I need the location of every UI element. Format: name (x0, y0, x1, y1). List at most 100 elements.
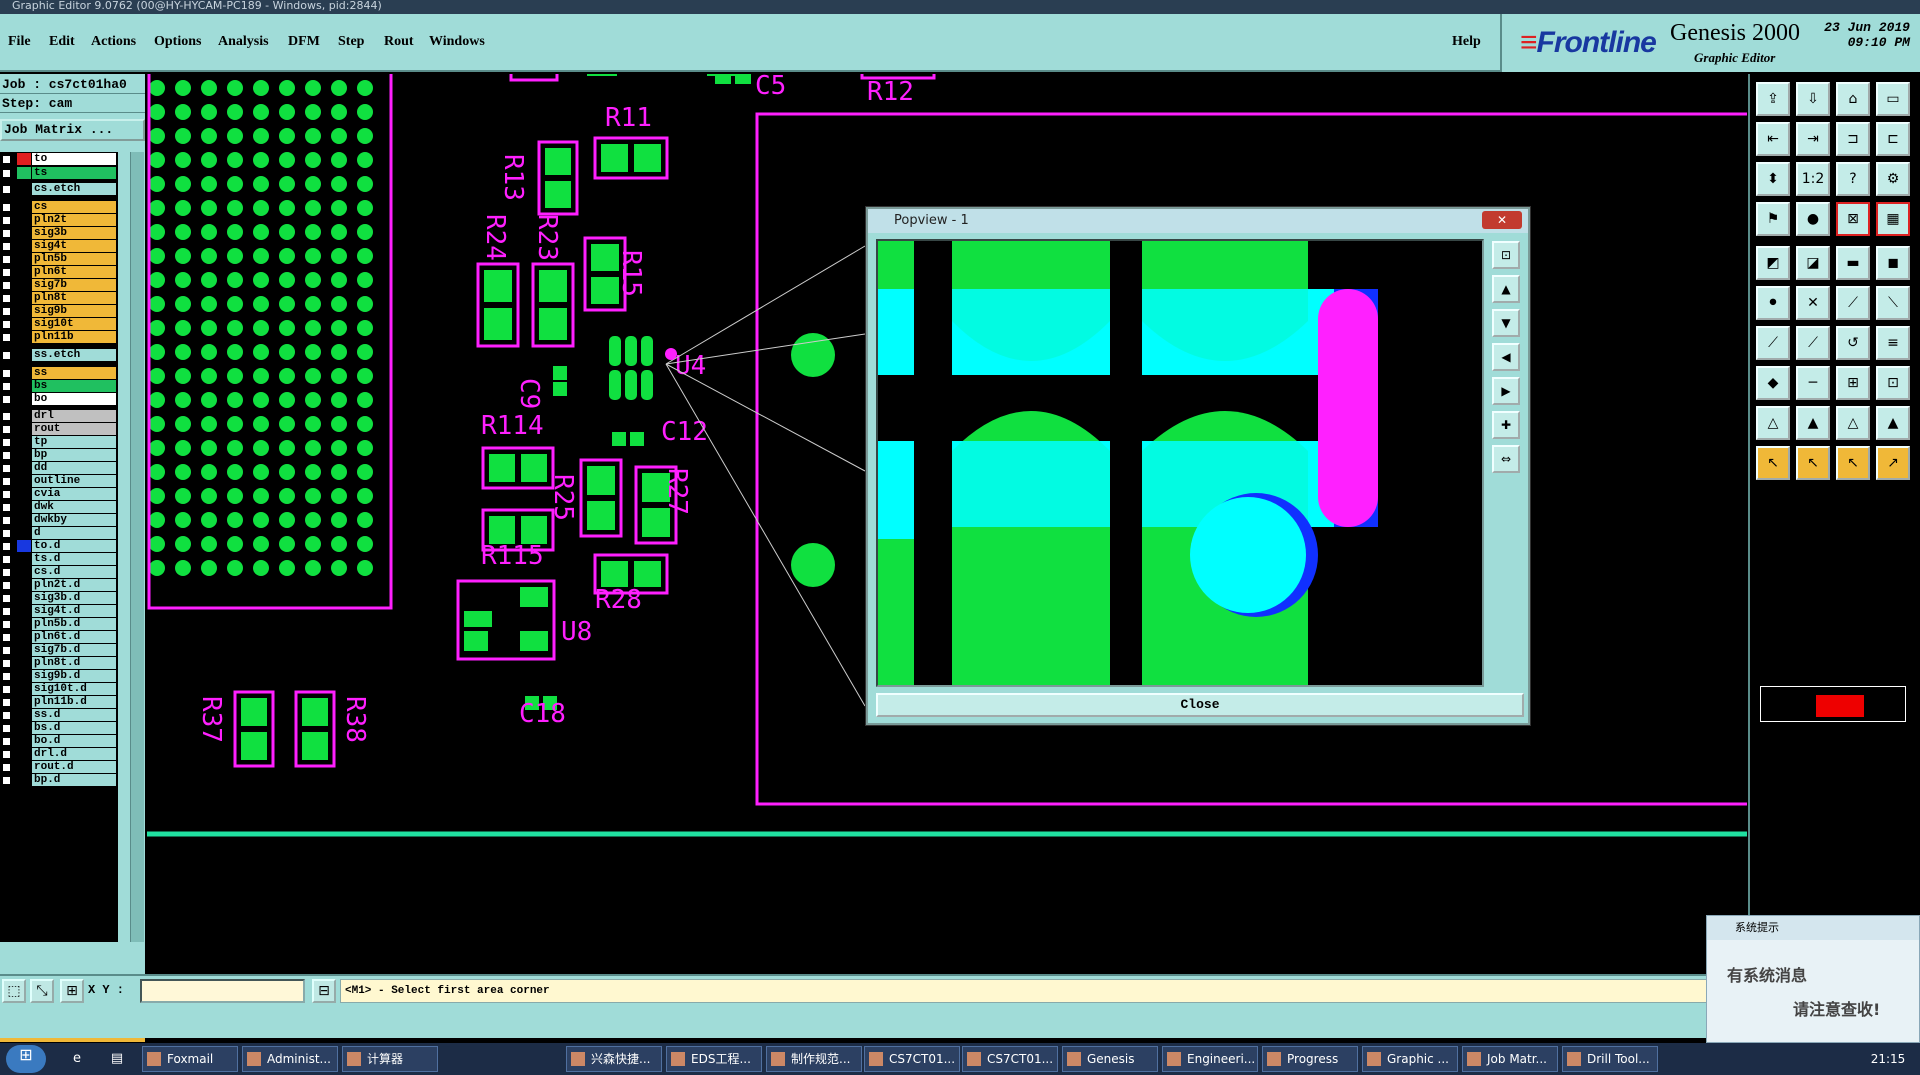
tool-22-icon[interactable]: ✕ (1796, 286, 1830, 320)
layer-checkbox[interactable] (2, 724, 11, 733)
tool-26-icon[interactable]: ⟋ (1796, 326, 1830, 360)
layer-checkbox[interactable] (2, 369, 11, 378)
layer-checkbox[interactable] (2, 281, 11, 290)
layer-name[interactable]: ss.etch (32, 349, 116, 361)
layer-checkbox[interactable] (2, 685, 11, 694)
layer-row[interactable]: pln2t (0, 213, 118, 227)
layer-row[interactable]: drl (0, 409, 118, 423)
layer-row[interactable]: tp (0, 435, 118, 449)
layer-name[interactable]: pln11b (32, 331, 116, 343)
layer-row[interactable]: to (0, 152, 118, 166)
menu-file[interactable]: File (8, 34, 31, 50)
layer-name[interactable]: d (32, 527, 116, 539)
layer-checkbox[interactable] (2, 333, 11, 342)
layer-name[interactable]: rout (32, 423, 116, 435)
layer-checkbox[interactable] (2, 581, 11, 590)
layer-checkbox[interactable] (2, 242, 11, 251)
layer-checkbox[interactable] (2, 464, 11, 473)
popview-left-icon[interactable]: ◀ (1492, 343, 1520, 371)
popview-right-icon[interactable]: ▶ (1492, 377, 1520, 405)
tool-39-icon[interactable]: ↖ (1836, 446, 1870, 480)
layer-row[interactable]: cvia (0, 487, 118, 501)
layer-row[interactable]: ss (0, 366, 118, 380)
layer-name[interactable]: drl.d (32, 748, 116, 760)
layer-name[interactable]: pln6t (32, 266, 116, 278)
tool-23-icon[interactable]: ⟋ (1836, 286, 1870, 320)
layer-row[interactable]: sig10t (0, 317, 118, 331)
tool-15-icon[interactable]: ⊠ (1836, 202, 1870, 236)
menu-analysis[interactable]: Analysis (218, 34, 269, 50)
layer-checkbox[interactable] (2, 320, 11, 329)
layer-name[interactable]: pln2t.d (32, 579, 116, 591)
layer-checkbox[interactable] (2, 633, 11, 642)
tool-1-icon[interactable]: ⇪ (1756, 82, 1790, 116)
layer-name[interactable]: sig7b.d (32, 644, 116, 656)
layer-checkbox[interactable] (2, 490, 11, 499)
layer-row[interactable]: drl.d (0, 747, 118, 761)
layer-name[interactable]: sig4t.d (32, 605, 116, 617)
layer-name[interactable]: ss.d (32, 709, 116, 721)
tool-17-icon[interactable]: ◩ (1756, 246, 1790, 280)
taskbar-item[interactable]: Engineeri... (1162, 1046, 1258, 1072)
layer-row[interactable]: sig3b (0, 226, 118, 240)
layer-name[interactable]: ss (32, 367, 116, 379)
layer-checkbox[interactable] (2, 255, 11, 264)
layer-checkbox[interactable] (2, 477, 11, 486)
layer-checkbox[interactable] (2, 229, 11, 238)
layer-name[interactable]: tp (32, 436, 116, 448)
tool-35-icon[interactable]: △ (1836, 406, 1870, 440)
area-select-icon[interactable]: ⬚ (2, 979, 26, 1003)
layer-name[interactable]: dwk (32, 501, 116, 513)
layer-checkbox[interactable] (2, 395, 11, 404)
layer-checkbox[interactable] (2, 268, 11, 277)
layer-checkbox[interactable] (2, 763, 11, 772)
layer-row[interactable]: bs.d (0, 721, 118, 735)
explorer-icon[interactable]: ▤ (104, 1046, 130, 1072)
tool-13-icon[interactable]: ⚑ (1756, 202, 1790, 236)
layer-row[interactable]: ts (0, 166, 118, 180)
layer-row[interactable]: sig3b.d (0, 591, 118, 605)
layer-checkbox[interactable] (2, 503, 11, 512)
layer-checkbox[interactable] (2, 620, 11, 629)
taskbar-item[interactable]: Foxmail (142, 1046, 238, 1072)
layer-name[interactable]: sig4t (32, 240, 116, 252)
menu-edit[interactable]: Edit (49, 34, 75, 50)
system-notification[interactable]: 系统提示 有系统消息 请注意查收! (1706, 915, 1920, 1043)
layer-row[interactable]: sig9b.d (0, 669, 118, 683)
tool-18-icon[interactable]: ◪ (1796, 246, 1830, 280)
ie-icon[interactable]: e (64, 1046, 90, 1072)
layer-name[interactable]: pln8t.d (32, 657, 116, 669)
layer-name[interactable]: sig9b (32, 305, 116, 317)
layer-row[interactable]: pln5b.d (0, 617, 118, 631)
taskbar-item[interactable]: Genesis (1062, 1046, 1158, 1072)
layer-checkbox[interactable] (2, 351, 11, 360)
menu-help[interactable]: Help (1452, 34, 1481, 50)
popview-zoom-out-icon[interactable]: ⇔ (1492, 445, 1520, 473)
layer-checkbox[interactable] (2, 529, 11, 538)
layer-row[interactable]: ss.d (0, 708, 118, 722)
tool-40-icon[interactable]: ↗ (1876, 446, 1910, 480)
layer-name[interactable]: to.d (32, 540, 116, 552)
menu-windows[interactable]: Windows (429, 34, 485, 50)
layer-row[interactable]: pln11b.d (0, 695, 118, 709)
layer-name[interactable]: sig3b.d (32, 592, 116, 604)
layer-name[interactable]: cvia (32, 488, 116, 500)
layer-row[interactable]: cs.etch (0, 182, 118, 196)
layer-checkbox[interactable] (2, 659, 11, 668)
layer-checkbox[interactable] (2, 776, 11, 785)
tool-36-icon[interactable]: ▲ (1876, 406, 1910, 440)
tool-7-icon[interactable]: ⊐ (1836, 122, 1870, 156)
layer-checkbox[interactable] (2, 382, 11, 391)
layer-name[interactable]: to (32, 153, 116, 165)
tool-38-icon[interactable]: ↖ (1796, 446, 1830, 480)
taskbar-clock[interactable]: 21:15 (1860, 1043, 1916, 1075)
layer-name[interactable]: sig9b.d (32, 670, 116, 682)
taskbar-item[interactable]: Graphic ... (1362, 1046, 1458, 1072)
layer-checkbox[interactable] (2, 750, 11, 759)
layer-checkbox[interactable] (2, 568, 11, 577)
layer-name[interactable]: outline (32, 475, 116, 487)
menu-rout[interactable]: Rout (384, 34, 414, 50)
taskbar-item[interactable]: CS7CT01... (864, 1046, 960, 1072)
taskbar-item[interactable]: 制作规范... (766, 1046, 862, 1072)
tool-20-icon[interactable]: ◼ (1876, 246, 1910, 280)
